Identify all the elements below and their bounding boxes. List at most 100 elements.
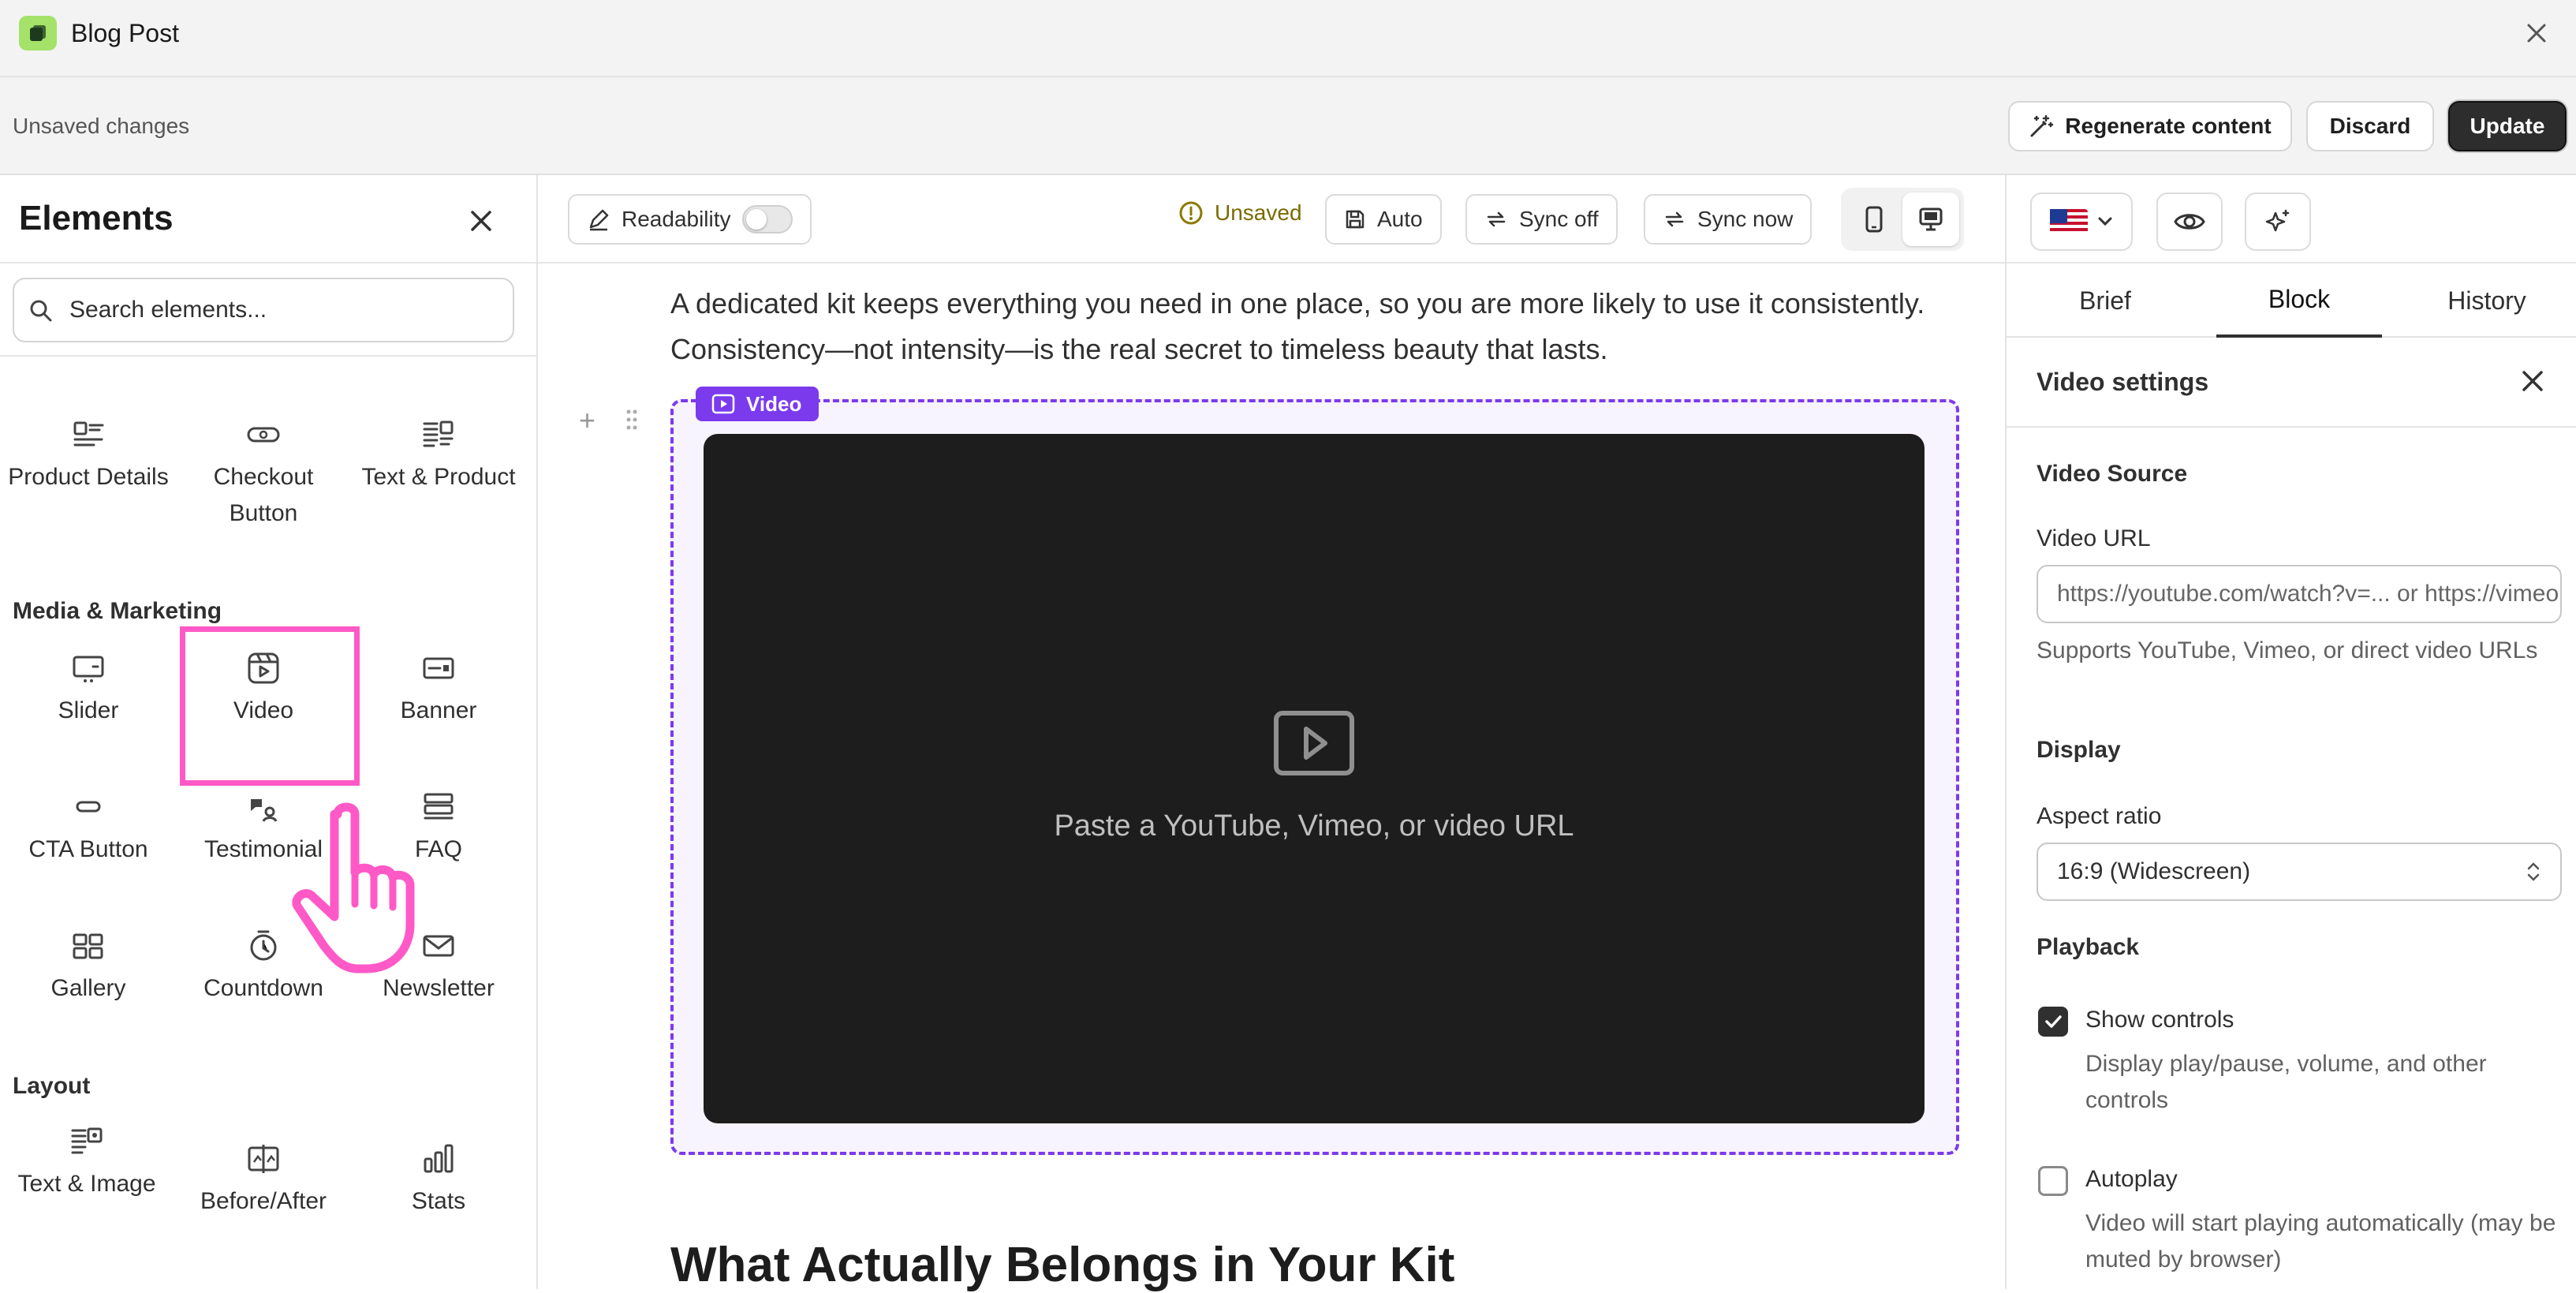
cta-button-icon <box>69 787 108 827</box>
element-label: Text & Product <box>361 464 516 490</box>
display-heading: Display <box>2037 737 2121 763</box>
video-player-placeholder[interactable]: Paste a YouTube, Vimeo, or video URL <box>704 434 1925 1123</box>
element-banner[interactable]: Banner <box>352 648 525 729</box>
sync-icon <box>1665 211 1684 227</box>
update-button[interactable]: Update <box>2448 101 2567 151</box>
element-label: CTA Button <box>28 836 148 862</box>
video-tag-icon <box>711 394 735 414</box>
element-text-image[interactable]: Text & Image <box>0 1122 174 1202</box>
video-url-input[interactable]: https://youtube.com/watch?v=... or https… <box>2037 565 2562 623</box>
ai-sparkle-button[interactable] <box>2245 192 2311 251</box>
sync-off-button[interactable]: Sync off <box>1465 194 1618 245</box>
device-preview-toggle <box>1841 188 1964 251</box>
tutorial-highlight-box <box>180 626 360 786</box>
element-checkout-button[interactable]: Checkout Button <box>177 415 350 532</box>
gallery-icon <box>69 926 108 966</box>
select-arrows-icon <box>2527 862 2540 881</box>
sidebar-header: Elements <box>0 175 536 263</box>
show-controls-label[interactable]: Show controls <box>2085 1007 2234 1033</box>
sync-off-label: Sync off <box>1519 207 1599 231</box>
tab-brief[interactable]: Brief <box>2007 263 2204 338</box>
sync-now-button[interactable]: Sync now <box>1644 194 1813 245</box>
element-product-details[interactable]: Product Details <box>2 415 175 495</box>
show-controls-help: Display play/pause, volume, and other co… <box>2085 1051 2487 1113</box>
desktop-icon <box>1919 207 1943 231</box>
text-image-icon <box>67 1122 106 1161</box>
regenerate-content-button[interactable]: Regenerate content <box>2008 101 2292 151</box>
search-elements-input[interactable] <box>69 279 495 341</box>
warning-circle-icon <box>1179 201 1203 225</box>
editor-toolbar: Readability Unsaved Auto Sync off Sync n… <box>538 175 2005 263</box>
sync-now-label: Sync now <box>1697 207 1794 231</box>
search-box[interactable] <box>13 278 514 342</box>
section-media-marketing: Media & Marketing <box>13 598 222 624</box>
pen-icon <box>589 209 609 231</box>
element-cta-button[interactable]: CTA Button <box>2 787 175 868</box>
stats-icon <box>419 1139 458 1179</box>
sidebar-title: Elements <box>19 199 174 237</box>
video-settings-title: Video settings <box>2037 368 2209 396</box>
aspect-ratio-select[interactable]: 16:9 (Widescreen) <box>2037 843 2562 901</box>
testimonial-icon <box>244 787 283 827</box>
element-slider[interactable]: Slider <box>2 648 175 729</box>
play-icon <box>1274 711 1354 775</box>
product-details-icon <box>69 415 108 454</box>
discard-button[interactable]: Discard <box>2306 101 2434 151</box>
element-label: Gallery <box>50 975 126 1001</box>
show-controls-checkbox[interactable] <box>2038 1007 2068 1037</box>
tab-block[interactable]: Block <box>2216 263 2382 338</box>
element-label: Product Details <box>8 464 169 490</box>
slider-icon <box>69 648 108 688</box>
title-bar: Blog Post <box>0 0 2576 77</box>
video-block-tag: Video <box>696 387 819 421</box>
autoplay-checkbox[interactable] <box>2038 1166 2068 1196</box>
us-flag-icon <box>2050 209 2088 234</box>
autoplay-label[interactable]: Autoplay <box>2085 1166 2178 1193</box>
element-label: Text & Image <box>17 1171 156 1197</box>
autoplay-help: Video will start playing automatically (… <box>2085 1210 2556 1272</box>
readability-switch[interactable] <box>741 205 793 234</box>
close-settings-icon[interactable] <box>2519 368 2546 394</box>
unsaved-label: Unsaved <box>1215 200 1302 225</box>
editor-canvas: Readability Unsaved Auto Sync off Sync n… <box>538 175 2005 1292</box>
video-url-label: Video URL <box>2037 525 2151 551</box>
article-paragraph[interactable]: A dedicated kit keeps everything you nee… <box>670 281 1995 372</box>
unsaved-status: Unsaved <box>1178 200 1302 226</box>
app-title: Blog Post <box>71 19 179 47</box>
chevron-down-icon <box>2098 217 2112 226</box>
update-label: Update <box>2470 114 2545 138</box>
tab-history[interactable]: History <box>2396 263 2576 338</box>
readability-label: Readability <box>622 207 731 231</box>
settings-tabs: Brief Block History <box>2007 263 2576 338</box>
discard-label: Discard <box>2329 114 2411 138</box>
element-gallery[interactable]: Gallery <box>2 926 175 1007</box>
readability-toggle-button[interactable]: Readability <box>568 194 812 245</box>
preview-button[interactable] <box>2156 192 2223 251</box>
desktop-view-button[interactable] <box>1902 192 1959 246</box>
countdown-icon <box>244 926 283 966</box>
drag-handle-icon[interactable] <box>625 409 639 431</box>
article-heading[interactable]: What Actually Belongs in Your Kit <box>670 1237 1454 1293</box>
element-stats[interactable]: Stats <box>352 1139 525 1220</box>
element-text-product[interactable]: Text & Product <box>352 415 525 495</box>
add-block-icon[interactable]: + <box>579 404 595 437</box>
regenerate-content-label: Regenerate content <box>2065 114 2272 138</box>
element-label: Slider <box>58 697 119 723</box>
close-window-icon[interactable] <box>2519 16 2554 50</box>
close-sidebar-icon[interactable] <box>462 202 500 240</box>
search-icon <box>30 300 52 322</box>
eye-icon <box>2174 214 2205 230</box>
video-placeholder-text: Paste a YouTube, Vimeo, or video URL <box>1054 809 1574 843</box>
sparkle-icon <box>2265 209 2290 232</box>
element-before-after[interactable]: Before/After <box>177 1139 350 1220</box>
section-layout: Layout <box>13 1073 91 1099</box>
auto-save-button[interactable]: Auto <box>1325 194 1442 245</box>
aspect-ratio-label: Aspect ratio <box>2037 803 2162 829</box>
mobile-view-button[interactable] <box>1846 192 1902 246</box>
language-select[interactable] <box>2030 192 2133 251</box>
aspect-ratio-value: 16:9 (Widescreen) <box>2057 858 2251 884</box>
mobile-icon <box>1865 206 1883 233</box>
before-after-icon <box>244 1139 283 1179</box>
element-label: Stats <box>411 1188 466 1214</box>
element-label: Before/After <box>200 1188 327 1214</box>
